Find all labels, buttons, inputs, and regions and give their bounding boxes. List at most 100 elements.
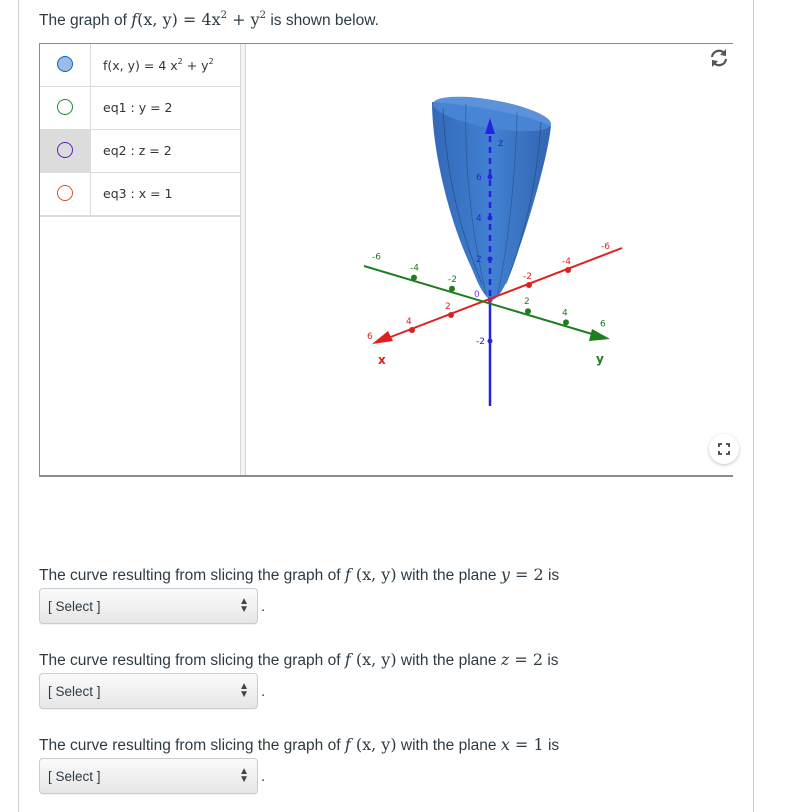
marble-cell <box>40 44 91 86</box>
z-axis-tick-label: 6 <box>476 173 482 183</box>
plane-math: y = 2 <box>501 565 544 584</box>
plane-var: x <box>500 735 510 754</box>
plane-var: y <box>500 565 510 584</box>
func-name: f <box>344 565 351 584</box>
question-text-part: is <box>543 652 559 669</box>
visibility-toggle-eq3[interactable] <box>57 185 73 201</box>
refresh-icon <box>710 49 728 67</box>
select-arrows-icon: ▲ ▼ <box>239 766 249 785</box>
question-text-part: The curve resulting from slicing the gra… <box>39 567 345 584</box>
x-axis-tick-label: -6 <box>601 242 610 252</box>
y-axis-tick <box>525 308 531 315</box>
y-axis-tick <box>449 285 455 292</box>
function-formula: f(x, y) = 4x2 + y2 <box>131 10 266 29</box>
algebra-view: f(x, y) = 4 x2 + y2 eq1 : y = 2 eq2 : z … <box>40 44 240 475</box>
formula-part: = 4x <box>177 10 221 29</box>
func-args: (x, y) <box>355 735 397 754</box>
question-1-text: The curve resulting from slicing the gra… <box>39 565 559 585</box>
y-axis-tick-label: -2 <box>448 275 457 285</box>
plane-math: x = 1 <box>501 735 544 754</box>
algebra-item-eq2[interactable]: eq2 : z = 2 <box>40 130 240 173</box>
visibility-toggle-eq2[interactable] <box>57 142 73 158</box>
z-axis-tick-label: 2 <box>476 255 482 265</box>
y-axis-tick-label: 6 <box>600 320 606 330</box>
x-axis-tick <box>565 267 571 273</box>
formula-part: + y <box>227 10 260 29</box>
period: . <box>261 768 266 785</box>
x-axis-tick <box>448 312 454 318</box>
z-axis-tick <box>487 215 493 221</box>
z-axis-tick <box>487 256 493 262</box>
geogebra-applet[interactable]: f(x, y) = 4 x2 + y2 eq1 : y = 2 eq2 : z … <box>39 43 739 477</box>
question-text-part: is <box>543 737 560 754</box>
question-text-part: with the plane <box>396 737 501 754</box>
question-3-text: The curve resulting from slicing the gra… <box>39 735 559 755</box>
z-axis-tick <box>487 174 493 180</box>
exponent: 2 <box>208 57 214 66</box>
func-math: f (x, y) <box>345 565 397 584</box>
answer-select-3[interactable]: [ Select ] ▲ ▼ <box>39 758 258 794</box>
y-axis-tick <box>563 319 569 326</box>
content-frame-left-border <box>18 0 19 812</box>
plane-eq: = 2 <box>509 565 544 584</box>
algebra-item-label[interactable]: eq3 : x = 1 <box>103 186 173 201</box>
intro-suffix: is shown below. <box>270 12 379 29</box>
graphics-3d-canvas[interactable]: -6 -4 -2 2 4 6 -6 -4 -2 2 4 6 -2 2 4 6 x y z 0 <box>246 44 734 476</box>
graphics-3d-view[interactable]: -6 -4 -2 2 4 6 -6 -4 -2 2 4 6 -2 2 4 6 x y z 0 <box>246 44 739 476</box>
origin-label: 0 <box>474 290 480 300</box>
func-args: (x, y) <box>355 565 397 584</box>
z-axis-tick-label: -2 <box>476 337 485 347</box>
x-axis-tick-label: -4 <box>562 257 571 267</box>
question-text-part: with the plane <box>396 652 501 669</box>
algebra-item-f[interactable]: f(x, y) = 4 x2 + y2 <box>40 44 240 87</box>
period: . <box>261 598 266 615</box>
algebra-item-eq1[interactable]: eq1 : y = 2 <box>40 87 240 130</box>
y-axis-tick <box>411 274 417 281</box>
x-axis-tick <box>409 327 415 333</box>
question-text-part: is <box>543 567 560 584</box>
x-axis-label: x <box>378 353 386 367</box>
question-text-part: with the plane <box>396 567 501 584</box>
refresh-button[interactable] <box>707 46 731 70</box>
algebra-item-eq3[interactable]: eq3 : x = 1 <box>40 173 240 216</box>
x-axis-arrow <box>372 331 393 344</box>
answer-select-2[interactable]: [ Select ] ▲ ▼ <box>39 673 258 709</box>
function-args: (x, y) <box>137 10 178 29</box>
question-2-text: The curve resulting from slicing the gra… <box>39 650 559 670</box>
fullscreen-button[interactable] <box>709 434 739 464</box>
intro-text: The graph of f(x, y) = 4x2 + y2 is shown… <box>39 10 379 30</box>
answer-select-1[interactable]: [ Select ] ▲ ▼ <box>39 588 258 624</box>
exponent: 2 <box>259 10 266 21</box>
question-text-part: The curve resulting from slicing the gra… <box>39 737 345 754</box>
marble-cell <box>40 173 91 215</box>
y-axis-tick-label: -4 <box>410 264 419 274</box>
x-axis-tick-label: 2 <box>445 302 451 312</box>
y-axis-label: y <box>596 352 604 366</box>
plane-math: z = 2 <box>501 650 543 669</box>
select-arrows-icon: ▲ ▼ <box>239 681 249 700</box>
func-math: f (x, y) <box>345 650 397 669</box>
algebra-item-label[interactable]: eq2 : z = 2 <box>103 143 172 158</box>
y-axis-tick-label: 2 <box>524 297 530 307</box>
plane-eq: = 2 <box>509 650 544 669</box>
visibility-toggle-f[interactable] <box>57 56 73 72</box>
select-value: [ Select ] <box>48 599 101 614</box>
x-axis-tick <box>526 282 532 288</box>
visibility-toggle-eq1[interactable] <box>57 99 73 115</box>
func-args: (x, y) <box>355 650 397 669</box>
question-text-part: The curve resulting from slicing the gra… <box>39 652 345 669</box>
func-math: f (x, y) <box>345 735 397 754</box>
select-value: [ Select ] <box>48 769 101 784</box>
algebra-item-label[interactable]: f(x, y) = 4 x2 + y2 <box>103 57 214 73</box>
period: . <box>261 683 266 700</box>
func-name: f <box>344 650 351 669</box>
marble-cell <box>40 87 91 129</box>
intro-prefix: The graph of <box>39 12 132 29</box>
algebra-item-label[interactable]: eq1 : y = 2 <box>103 100 173 115</box>
z-axis-tick <box>487 338 493 344</box>
func-name: f <box>344 735 351 754</box>
plane-eq: = 1 <box>509 735 544 754</box>
marble-cell <box>40 130 91 172</box>
select-arrows-icon: ▲ ▼ <box>239 596 249 615</box>
y-axis-arrow <box>589 329 610 341</box>
